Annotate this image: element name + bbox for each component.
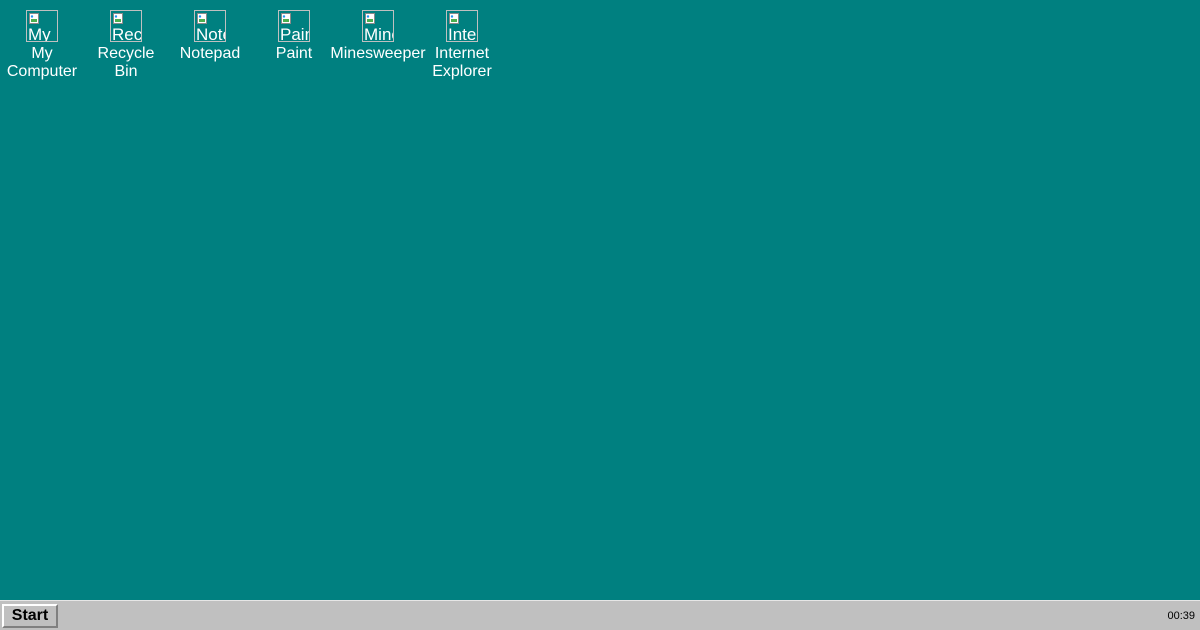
taskbar: Start 00:39 — [0, 600, 1200, 630]
taskbar-clock: 00:39 — [1167, 610, 1195, 622]
broken-image-icon — [365, 13, 375, 24]
desktop-icon-minesweeper[interactable]: Mine Minesweeper — [330, 10, 426, 63]
broken-image-icon — [449, 13, 459, 24]
recycle-bin-icon: Rec — [110, 10, 142, 42]
desktop-icon-label: Recycle Bin — [97, 45, 155, 80]
my-computer-icon: My — [26, 10, 58, 42]
icon-alt-text: Pain — [280, 25, 309, 42]
notepad-icon: Note — [194, 10, 226, 42]
icon-alt-text: Inter — [448, 25, 477, 42]
desktop-icon-label: Paint — [275, 45, 313, 62]
broken-image-icon — [197, 13, 207, 24]
desktop-icon-label: Minesweeper — [330, 45, 426, 62]
desktop-icon-recycle-bin[interactable]: Rec Recycle Bin — [84, 10, 168, 81]
desktop: My My Computer Rec Recycle Bin Note Note… — [0, 0, 1200, 600]
icon-alt-text: Mine — [364, 25, 393, 42]
desktop-icon-paint[interactable]: Pain Paint — [252, 10, 336, 63]
minesweeper-icon: Mine — [362, 10, 394, 42]
desktop-icon-label: My Computer — [6, 45, 78, 80]
broken-image-icon — [281, 13, 291, 24]
desktop-icon-my-computer[interactable]: My My Computer — [0, 10, 84, 81]
broken-image-icon — [29, 13, 39, 24]
broken-image-icon — [113, 13, 123, 24]
desktop-icon-label: Internet Explorer — [432, 45, 492, 80]
desktop-icon-internet-explorer[interactable]: Inter Internet Explorer — [420, 10, 504, 81]
desktop-icon-notepad[interactable]: Note Notepad — [168, 10, 252, 63]
desktop-icon-label: Notepad — [179, 45, 241, 62]
icon-alt-text: Rec — [112, 25, 142, 42]
start-button[interactable]: Start — [2, 604, 58, 628]
internet-explorer-icon: Inter — [446, 10, 478, 42]
paint-icon: Pain — [278, 10, 310, 42]
icon-alt-text: Note — [196, 25, 225, 42]
icon-alt-text: My — [28, 25, 51, 42]
